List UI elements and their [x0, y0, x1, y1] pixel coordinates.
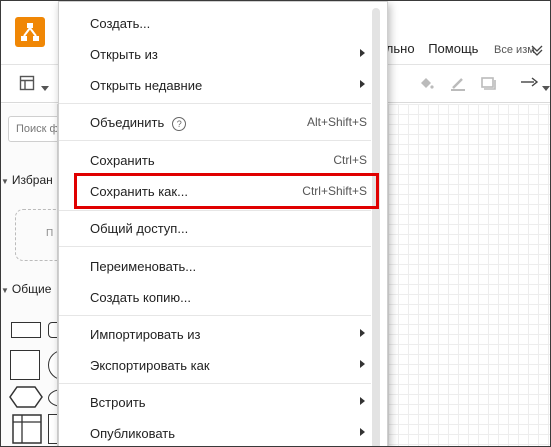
rectangle-shape[interactable]	[11, 322, 41, 338]
menu-item-make-copy[interactable]: Создать копию...	[59, 282, 371, 312]
rounded-rectangle-shape[interactable]	[48, 322, 57, 338]
drawio-logo[interactable]	[15, 17, 45, 47]
menu-item-label: Общий доступ...	[90, 221, 189, 236]
menu-item-rename[interactable]: Переименовать...	[59, 251, 371, 281]
menu-item-export-as[interactable]: Экспортировать как	[59, 350, 371, 380]
search-input[interactable]: Поиск ф	[8, 116, 57, 142]
menu-item-label: Встроить	[90, 395, 146, 410]
menu-item-new[interactable]: Создать...	[59, 8, 371, 38]
menu-item-publish[interactable]: Опубликовать	[59, 418, 371, 446]
square-shape[interactable]	[10, 350, 40, 380]
line-color-icon[interactable]	[450, 75, 466, 95]
triangle-down-icon: ▼	[1, 286, 9, 295]
submenu-arrow-icon	[360, 397, 365, 405]
menu-separator	[59, 246, 371, 247]
circle-shape[interactable]	[48, 350, 57, 380]
menu-item-save[interactable]: Сохранить Ctrl+S	[59, 145, 371, 175]
general-title: Общие	[11, 282, 52, 296]
fill-color-icon[interactable]	[418, 75, 434, 95]
menu-item-label: Создать...	[90, 16, 151, 31]
chevron-down-icon[interactable]	[41, 79, 49, 96]
submenu-arrow-icon	[360, 428, 365, 436]
menu-item-shortcut: Alt+Shift+S	[306, 115, 367, 129]
connection-arrow-icon[interactable]	[520, 74, 540, 94]
triangle-down-icon: ▼	[1, 177, 9, 186]
menu-item-import-from[interactable]: Импортировать из	[59, 319, 371, 349]
box-shape[interactable]	[48, 414, 57, 444]
menu-separator	[59, 140, 371, 141]
menu-item-text: Объединить	[90, 115, 165, 130]
menubar: ельно Помощь Все изм	[379, 41, 545, 56]
menu-item-shortcut: Ctrl+S	[333, 153, 367, 167]
app-window: ельно Помощь Все изм Поиск ф ▼ Избран П …	[0, 0, 551, 447]
menu-separator	[59, 383, 371, 384]
container-shape[interactable]	[12, 414, 42, 446]
page-view-icon[interactable]	[19, 75, 35, 95]
menu-item-label: Экспортировать как	[90, 358, 210, 373]
general-section-header[interactable]: ▼ Общие	[1, 282, 51, 296]
save-as-highlight-frame	[74, 173, 379, 209]
menu-item-label: Опубликовать	[90, 426, 176, 441]
shapes-sidebar: Поиск ф ▼ Избран П ▼ Общие	[1, 104, 58, 446]
menu-item-synchronize[interactable]: Объединить? Alt+Shift+S	[59, 107, 371, 137]
help-icon[interactable]: ?	[172, 116, 187, 131]
menu-item-label: Открыть недавние	[90, 78, 203, 93]
file-menu-dropdown: Создать... Открыть из Открыть недавние О…	[58, 1, 388, 446]
menu-item-share[interactable]: Общий доступ...	[59, 213, 371, 243]
menu-item-label: Сохранить	[90, 153, 155, 168]
submenu-arrow-icon	[360, 329, 365, 337]
favorites-dropzone[interactable]: П	[15, 209, 57, 261]
menu-item-label: Открыть из	[90, 47, 158, 62]
menu-help[interactable]: Помощь	[428, 41, 478, 56]
menu-item-embed[interactable]: Встроить	[59, 387, 371, 417]
menu-item-label: Переименовать...	[90, 259, 197, 274]
hexagon-shape[interactable]	[9, 386, 43, 413]
chevron-down-icon[interactable]	[542, 79, 550, 96]
menu-item-label: Объединить?	[90, 115, 187, 131]
menu-item-open-recent[interactable]: Открыть недавние	[59, 70, 371, 100]
menu-item-label: Импортировать из	[90, 327, 201, 342]
save-status-text: Все изм	[494, 44, 535, 56]
menu-item-open-from[interactable]: Открыть из	[59, 39, 371, 69]
ellipse-shape[interactable]	[48, 389, 57, 407]
collapse-icon[interactable]	[530, 43, 544, 60]
submenu-arrow-icon	[360, 360, 365, 368]
submenu-arrow-icon	[360, 80, 365, 88]
shadow-icon[interactable]	[480, 75, 496, 95]
menu-separator	[59, 210, 371, 211]
menu-item-label: Создать копию...	[90, 290, 191, 305]
submenu-arrow-icon	[360, 49, 365, 57]
menu-separator	[59, 103, 371, 104]
menu-scrollbar[interactable]	[372, 8, 380, 446]
logo-icon	[21, 23, 39, 41]
menu-separator	[59, 315, 371, 316]
favorites-section-header[interactable]: ▼ Избран	[1, 173, 53, 187]
favorites-title: Избран	[11, 173, 53, 187]
